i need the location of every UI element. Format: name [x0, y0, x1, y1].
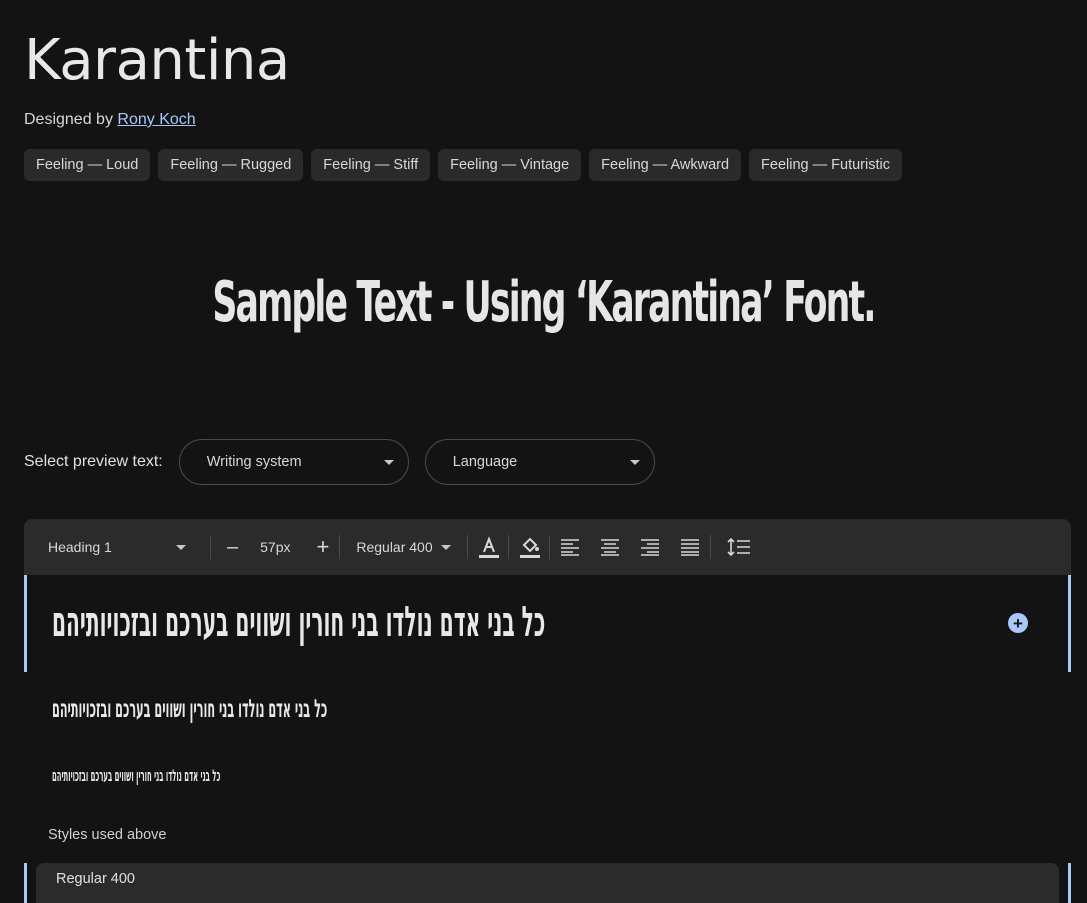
designed-by-label: Designed by: [24, 111, 113, 128]
designer-line: Designed by Rony Koch: [24, 111, 196, 129]
tag-chip-stiff[interactable]: Feeling — Stiff: [311, 149, 431, 181]
preview-label: Select preview text:: [24, 453, 163, 470]
text-color-icon[interactable]: [478, 535, 500, 559]
styles-used-panel: Regular 400: [24, 863, 1071, 903]
chevron-down-icon: [629, 459, 640, 465]
toolbar-divider: [548, 535, 550, 559]
add-style-icon[interactable]: +: [1008, 613, 1028, 633]
style-entry-name: Regular 400: [56, 871, 135, 887]
preview-heading-text[interactable]: כל בני אדם נולדו בני חורין ושווים בערכם …: [52, 597, 545, 646]
chevron-down-icon: [176, 544, 186, 550]
preview-small-text[interactable]: כל בני אדם נולדו בני חורין ושווים בערכם …: [52, 766, 220, 785]
align-center-icon[interactable]: [600, 538, 620, 556]
tag-chip-vintage[interactable]: Feeling — Vintage: [438, 149, 582, 181]
toolbar-divider: [210, 535, 211, 559]
toolbar-divider: [709, 535, 711, 559]
align-right-icon[interactable]: [640, 538, 660, 556]
preview-selector-row: Select preview text: Writing system Lang…: [24, 439, 671, 485]
line-height-icon[interactable]: [727, 537, 751, 557]
align-left-icon[interactable]: [560, 538, 580, 556]
styles-used-label: Styles used above: [48, 827, 167, 843]
tag-list: Feeling — Loud Feeling — Rugged Feeling …: [24, 149, 902, 181]
toolbar-divider: [507, 535, 509, 559]
tag-chip-awkward[interactable]: Feeling — Awkward: [589, 149, 742, 181]
preview-editor-heading[interactable]: כל בני אדם נולדו בני חורין ושווים בערכם …: [24, 575, 1071, 672]
preview-subheading-text[interactable]: כל בני אדם נולדו בני חורין ושווים בערכם …: [52, 694, 327, 723]
toolbar-divider: [339, 535, 341, 559]
font-size-value[interactable]: 57px: [260, 539, 290, 555]
chevron-down-icon: [440, 544, 451, 550]
weight-select[interactable]: Regular 400: [356, 539, 451, 555]
writing-system-value: Writing system: [206, 454, 302, 470]
align-justify-icon[interactable]: [680, 538, 700, 556]
tag-chip-rugged[interactable]: Feeling — Rugged: [158, 149, 304, 181]
weight-value: Regular 400: [356, 539, 433, 555]
designer-link[interactable]: Rony Koch: [117, 111, 195, 128]
language-select[interactable]: Language: [424, 439, 655, 485]
writing-system-select[interactable]: Writing system: [178, 439, 409, 485]
tag-chip-loud[interactable]: Feeling — Loud: [24, 149, 151, 181]
style-select[interactable]: Heading 1: [48, 539, 186, 555]
increase-size-button[interactable]: +: [316, 534, 329, 560]
language-value: Language: [452, 454, 518, 470]
font-title: Karantina: [24, 28, 290, 93]
toolbar-divider: [466, 535, 468, 559]
chevron-down-icon: [383, 459, 394, 465]
style-value: Heading 1: [48, 539, 112, 555]
style-entry[interactable]: Regular 400: [36, 863, 1059, 903]
decrease-size-button[interactable]: –: [227, 536, 238, 559]
preview-toolbar: Heading 1 – 57px + Regular 400: [24, 519, 1071, 575]
sample-text: Sample Text - Using ‘Karantina’ Font.: [212, 270, 876, 335]
fill-color-icon[interactable]: [519, 535, 541, 559]
tag-chip-futuristic[interactable]: Feeling — Futuristic: [749, 149, 902, 181]
